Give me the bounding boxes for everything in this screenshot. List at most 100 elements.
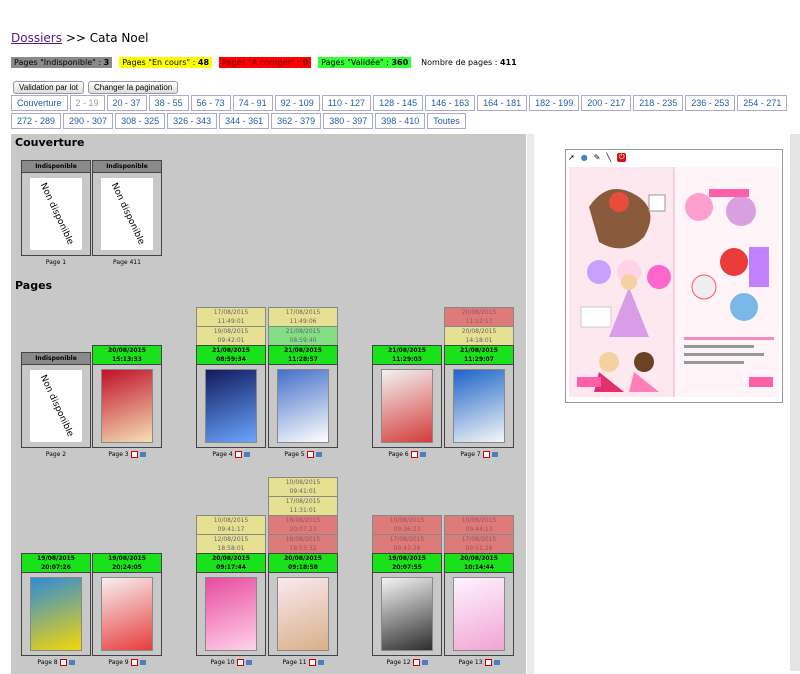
page-thumbnail-frame[interactable]: Non disponible bbox=[21, 173, 91, 256]
page-thumbnail-image[interactable] bbox=[453, 577, 505, 651]
pagination-link[interactable]: 164 - 181 bbox=[477, 95, 528, 111]
pagination-link[interactable]: 56 - 73 bbox=[190, 95, 231, 111]
pdf-icon[interactable] bbox=[484, 659, 492, 666]
page-card[interactable]: 10/08/2015 09:41:01 17/08/2015 11:31:01 18… bbox=[268, 477, 338, 666]
annotation-icon[interactable] bbox=[243, 452, 250, 457]
annotation-icon[interactable] bbox=[419, 452, 426, 457]
pdf-icon[interactable] bbox=[412, 659, 420, 666]
legend-count: 48 bbox=[197, 58, 210, 67]
pagination-link[interactable]: 74 - 91 bbox=[232, 95, 273, 111]
page-card[interactable]: 17/08/2015 11:49:06 21/08/2015 08:59:40 21… bbox=[268, 307, 338, 458]
page-thumbnail-frame[interactable] bbox=[444, 573, 514, 656]
pdf-icon[interactable] bbox=[59, 659, 67, 666]
page-thumbnail-image[interactable] bbox=[381, 369, 433, 443]
page-thumbnail-image[interactable] bbox=[205, 369, 257, 443]
changer-pagination-button[interactable]: Changer la pagination bbox=[88, 81, 179, 94]
zoom-icon[interactable]: ● bbox=[581, 153, 588, 162]
annotation-icon[interactable] bbox=[317, 660, 324, 665]
page-card[interactable]: 20/08/2015 15:13:33 Page 3 bbox=[92, 345, 162, 458]
annotation-icon[interactable] bbox=[245, 660, 252, 665]
pdf-icon[interactable] bbox=[410, 451, 418, 458]
page-card[interactable]: 21/08/2015 11:29:03 Page 6 bbox=[372, 345, 442, 458]
page-thumbnail-frame[interactable]: Non disponible bbox=[21, 365, 91, 448]
action-buttons: Validation par lot Changer la pagination bbox=[13, 81, 179, 94]
pagination-link[interactable]: 182 - 199 bbox=[529, 95, 580, 111]
pagination-link[interactable]: 308 - 325 bbox=[115, 113, 166, 129]
pagination-link[interactable]: 290 - 307 bbox=[63, 113, 114, 129]
page-card[interactable]: 10/08/2015 09:41:17 12/08/2015 18:58:01 20… bbox=[196, 515, 266, 666]
page-card[interactable]: 10/08/2015 09:44:13 17/08/2015 09:51:28 20… bbox=[444, 515, 514, 666]
line-icon[interactable]: ╲ bbox=[606, 153, 611, 162]
pagination-link[interactable]: 38 - 55 bbox=[148, 95, 189, 111]
page-thumbnail-image[interactable] bbox=[30, 577, 82, 651]
page-thumbnail-frame[interactable] bbox=[372, 365, 442, 448]
pen-icon[interactable]: ✎ bbox=[594, 153, 601, 162]
page-thumbnail-frame[interactable] bbox=[372, 573, 442, 656]
page-card[interactable]: 17/08/2015 11:49:01 19/08/2015 09:42:01 21… bbox=[196, 307, 266, 458]
annotation-icon[interactable] bbox=[491, 452, 498, 457]
page-thumbnail-image[interactable] bbox=[277, 369, 329, 443]
pagination-link[interactable]: 362 - 379 bbox=[271, 113, 322, 129]
annotation-icon[interactable] bbox=[315, 452, 322, 457]
page-thumbnail-frame[interactable] bbox=[444, 365, 514, 448]
annotation-icon[interactable] bbox=[421, 660, 428, 665]
pagination-link[interactable]: 20 - 37 bbox=[106, 95, 147, 111]
cursor-icon[interactable]: ➚ bbox=[568, 153, 575, 162]
pdf-icon[interactable] bbox=[236, 659, 244, 666]
pdf-icon[interactable] bbox=[482, 451, 490, 458]
page-thumbnail-image[interactable] bbox=[381, 577, 433, 651]
page-thumbnail-frame[interactable] bbox=[92, 573, 162, 656]
pdf-icon[interactable] bbox=[306, 451, 314, 458]
page-card[interactable]: Indisponible Non disponible Page 2 bbox=[21, 352, 91, 458]
annotation-icon[interactable] bbox=[139, 660, 146, 665]
page-thumbnail-image[interactable] bbox=[101, 369, 153, 443]
page-card[interactable]: 19/08/2015 20:24:05 Page 9 bbox=[92, 553, 162, 666]
breadcrumb: Dossiers >> Cata Noel bbox=[11, 31, 148, 45]
pdf-icon[interactable] bbox=[308, 659, 316, 666]
page-thumbnail-image[interactable] bbox=[205, 577, 257, 651]
page-thumbnail-frame[interactable] bbox=[268, 365, 338, 448]
annotation-icon[interactable] bbox=[68, 660, 75, 665]
pdf-icon[interactable] bbox=[130, 659, 138, 666]
pagination-link[interactable]: Toutes bbox=[427, 113, 466, 129]
page-thumbnail-image[interactable] bbox=[453, 369, 505, 443]
page-thumbnail-frame[interactable]: Non disponible bbox=[92, 173, 162, 256]
pagination-link[interactable]: 92 - 109 bbox=[274, 95, 320, 111]
pagination-link[interactable]: 110 - 127 bbox=[321, 95, 372, 111]
pages-panel[interactable]: Couverture Pages Indisponible Non disponi… bbox=[11, 134, 526, 674]
page-card[interactable]: 19/08/2015 20:07:26 Page 8 bbox=[21, 553, 91, 666]
pagination-link[interactable]: 236 - 253 bbox=[685, 95, 736, 111]
pages-panel-scrollbar[interactable] bbox=[527, 134, 534, 674]
pagination-link[interactable]: 146 - 163 bbox=[425, 95, 476, 111]
page-card[interactable]: Indisponible Non disponible Page 411 bbox=[92, 160, 162, 266]
section-title-pages: Pages bbox=[15, 279, 53, 292]
pagination-link[interactable]: 272 - 289 bbox=[11, 113, 62, 129]
breadcrumb-link-dossiers[interactable]: Dossiers bbox=[11, 31, 62, 45]
pdf-icon[interactable] bbox=[234, 451, 242, 458]
stop-icon[interactable]: ⏻ bbox=[617, 152, 627, 162]
page-thumbnail-image[interactable] bbox=[277, 577, 329, 651]
annotation-icon[interactable] bbox=[139, 452, 146, 457]
validation-par-lot-button[interactable]: Validation par lot bbox=[13, 81, 84, 94]
page-thumbnail-image[interactable] bbox=[101, 577, 153, 651]
page-thumbnail-frame[interactable] bbox=[196, 365, 266, 448]
pagination-link[interactable]: Couverture bbox=[11, 95, 68, 111]
pagination-link[interactable]: 344 - 361 bbox=[219, 113, 270, 129]
pagination-link[interactable]: 200 - 217 bbox=[581, 95, 632, 111]
page-thumbnail-frame[interactable] bbox=[92, 365, 162, 448]
page-thumbnail-frame[interactable] bbox=[196, 573, 266, 656]
preview-scrollbar[interactable] bbox=[790, 134, 800, 671]
pagination-link[interactable]: 254 - 271 bbox=[737, 95, 788, 111]
pagination-link[interactable]: 218 - 235 bbox=[633, 95, 684, 111]
page-card[interactable]: Indisponible Non disponible Page 1 bbox=[21, 160, 91, 266]
page-card[interactable]: 20/08/2015 11:12:17 20/08/2015 14:18:01 21… bbox=[444, 307, 514, 458]
page-thumbnail-frame[interactable] bbox=[21, 573, 91, 656]
pagination-link[interactable]: 380 - 397 bbox=[323, 113, 374, 129]
annotation-icon[interactable] bbox=[493, 660, 500, 665]
page-thumbnail-frame[interactable] bbox=[268, 573, 338, 656]
page-card[interactable]: 10/08/2015 09:36:23 17/08/2015 09:43:28 19… bbox=[372, 515, 442, 666]
pagination-link[interactable]: 398 - 410 bbox=[375, 113, 426, 129]
pdf-icon[interactable] bbox=[130, 451, 138, 458]
pagination-link[interactable]: 326 - 343 bbox=[167, 113, 218, 129]
pagination-link[interactable]: 128 - 145 bbox=[373, 95, 424, 111]
